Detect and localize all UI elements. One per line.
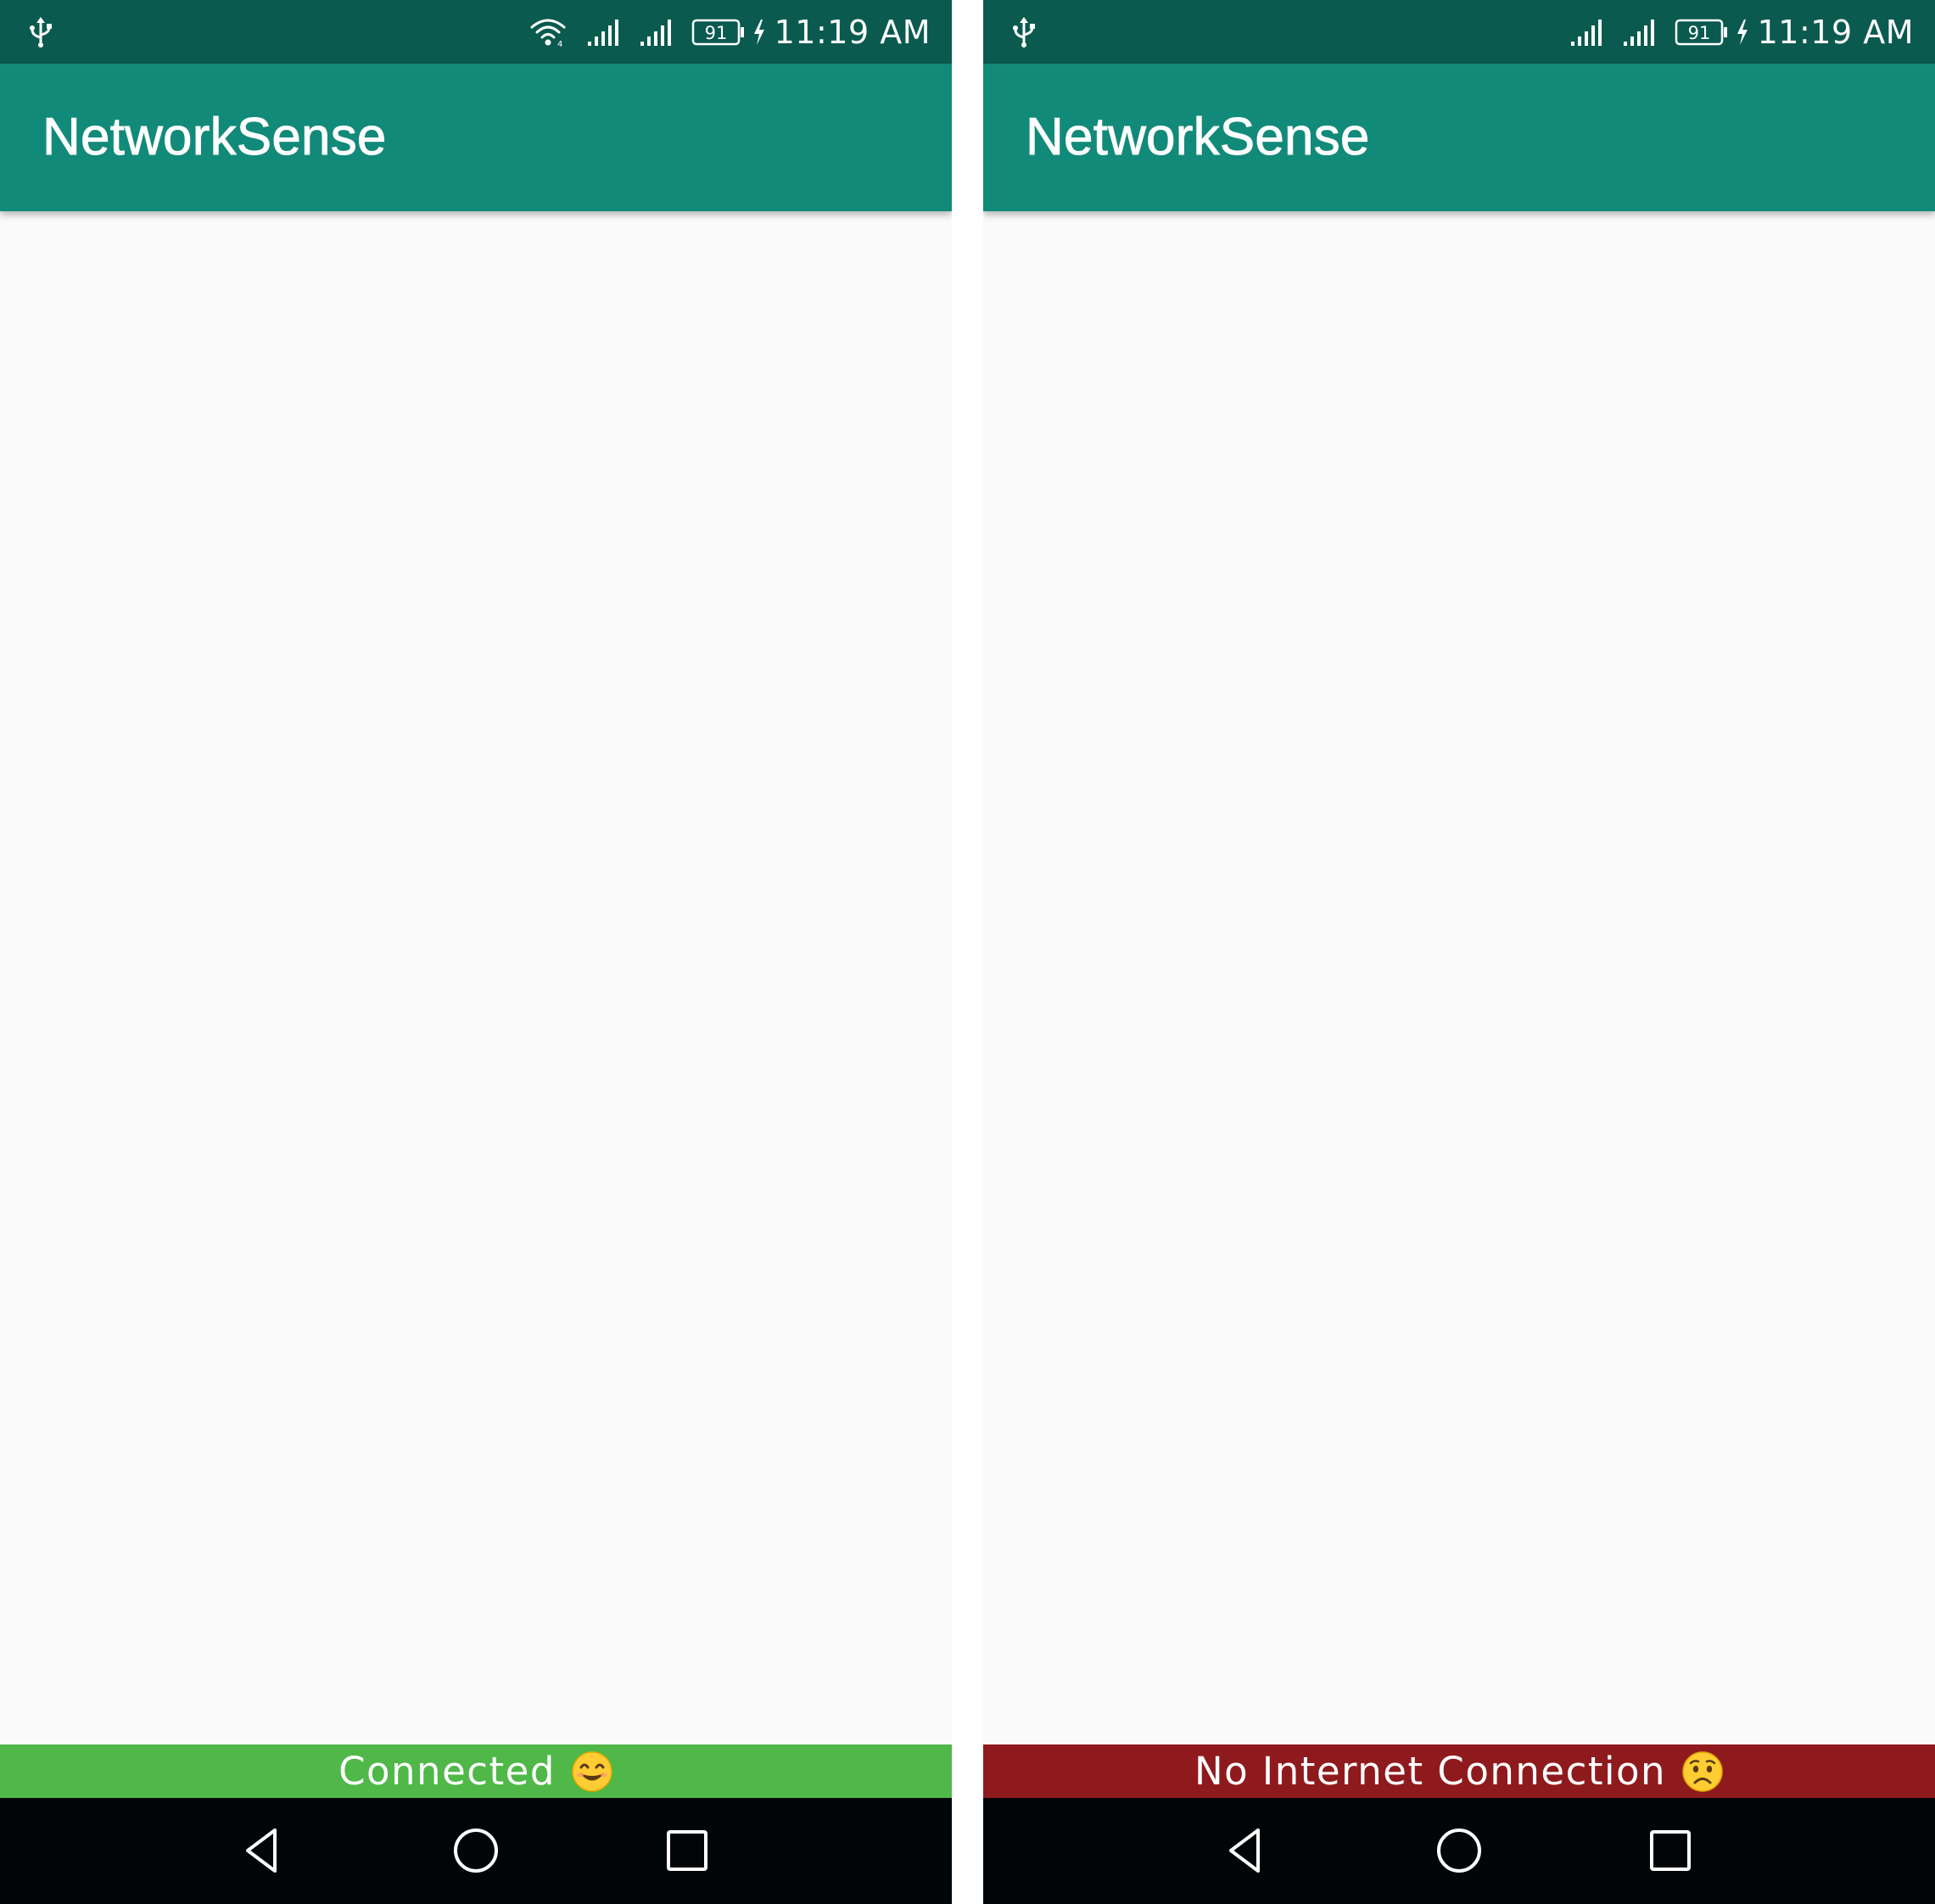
content-area <box>983 211 1935 1744</box>
charging-bolt-icon <box>1736 19 1748 45</box>
connection-status-banner: Connected <box>0 1744 952 1798</box>
status-bar: 4 91 11:19 AM <box>0 0 952 64</box>
signal-icon <box>587 19 618 46</box>
status-time: 11:19 AM <box>1757 13 1914 51</box>
app-bar: NetworkSense <box>0 64 952 211</box>
signal-icon <box>1623 19 1654 46</box>
status-bar: 91 11:19 AM <box>983 0 1935 64</box>
worried-face-icon <box>1682 1750 1723 1792</box>
navigation-bar <box>0 1798 952 1904</box>
navigation-bar <box>983 1798 1935 1904</box>
svg-text:91: 91 <box>704 23 727 43</box>
connection-status-banner: No Internet Connection <box>983 1744 1935 1798</box>
phone-screen-connected: 4 91 11:19 AM NetworkSense Connected <box>0 0 952 1904</box>
svg-text:4: 4 <box>557 40 562 48</box>
battery-icon: 91 <box>691 19 744 45</box>
home-icon[interactable] <box>450 1825 501 1876</box>
back-icon[interactable] <box>238 1825 288 1876</box>
smiling-face-icon <box>572 1750 612 1792</box>
signal-icon <box>1570 19 1602 46</box>
phone-screen-disconnected: 91 11:19 AM NetworkSense No Internet Con… <box>983 0 1935 1904</box>
app-title: NetworkSense <box>42 108 387 167</box>
back-icon[interactable] <box>1221 1825 1272 1876</box>
connection-status-text: No Internet Connection <box>1194 1749 1667 1794</box>
recents-icon[interactable] <box>1645 1825 1696 1876</box>
usb-icon <box>1013 17 1035 48</box>
content-area <box>0 211 952 1744</box>
recents-icon[interactable] <box>662 1825 713 1876</box>
signal-icon <box>640 19 671 46</box>
battery-icon: 91 <box>1675 19 1727 45</box>
status-time: 11:19 AM <box>774 13 931 51</box>
app-bar: NetworkSense <box>983 64 1935 211</box>
wifi-icon: 4 <box>530 19 566 48</box>
connection-status-text: Connected <box>338 1749 556 1794</box>
app-title: NetworkSense <box>1026 108 1370 167</box>
usb-icon <box>30 17 52 48</box>
svg-text:91: 91 <box>1687 23 1710 43</box>
charging-bolt-icon <box>753 19 764 45</box>
home-icon[interactable] <box>1434 1825 1485 1876</box>
